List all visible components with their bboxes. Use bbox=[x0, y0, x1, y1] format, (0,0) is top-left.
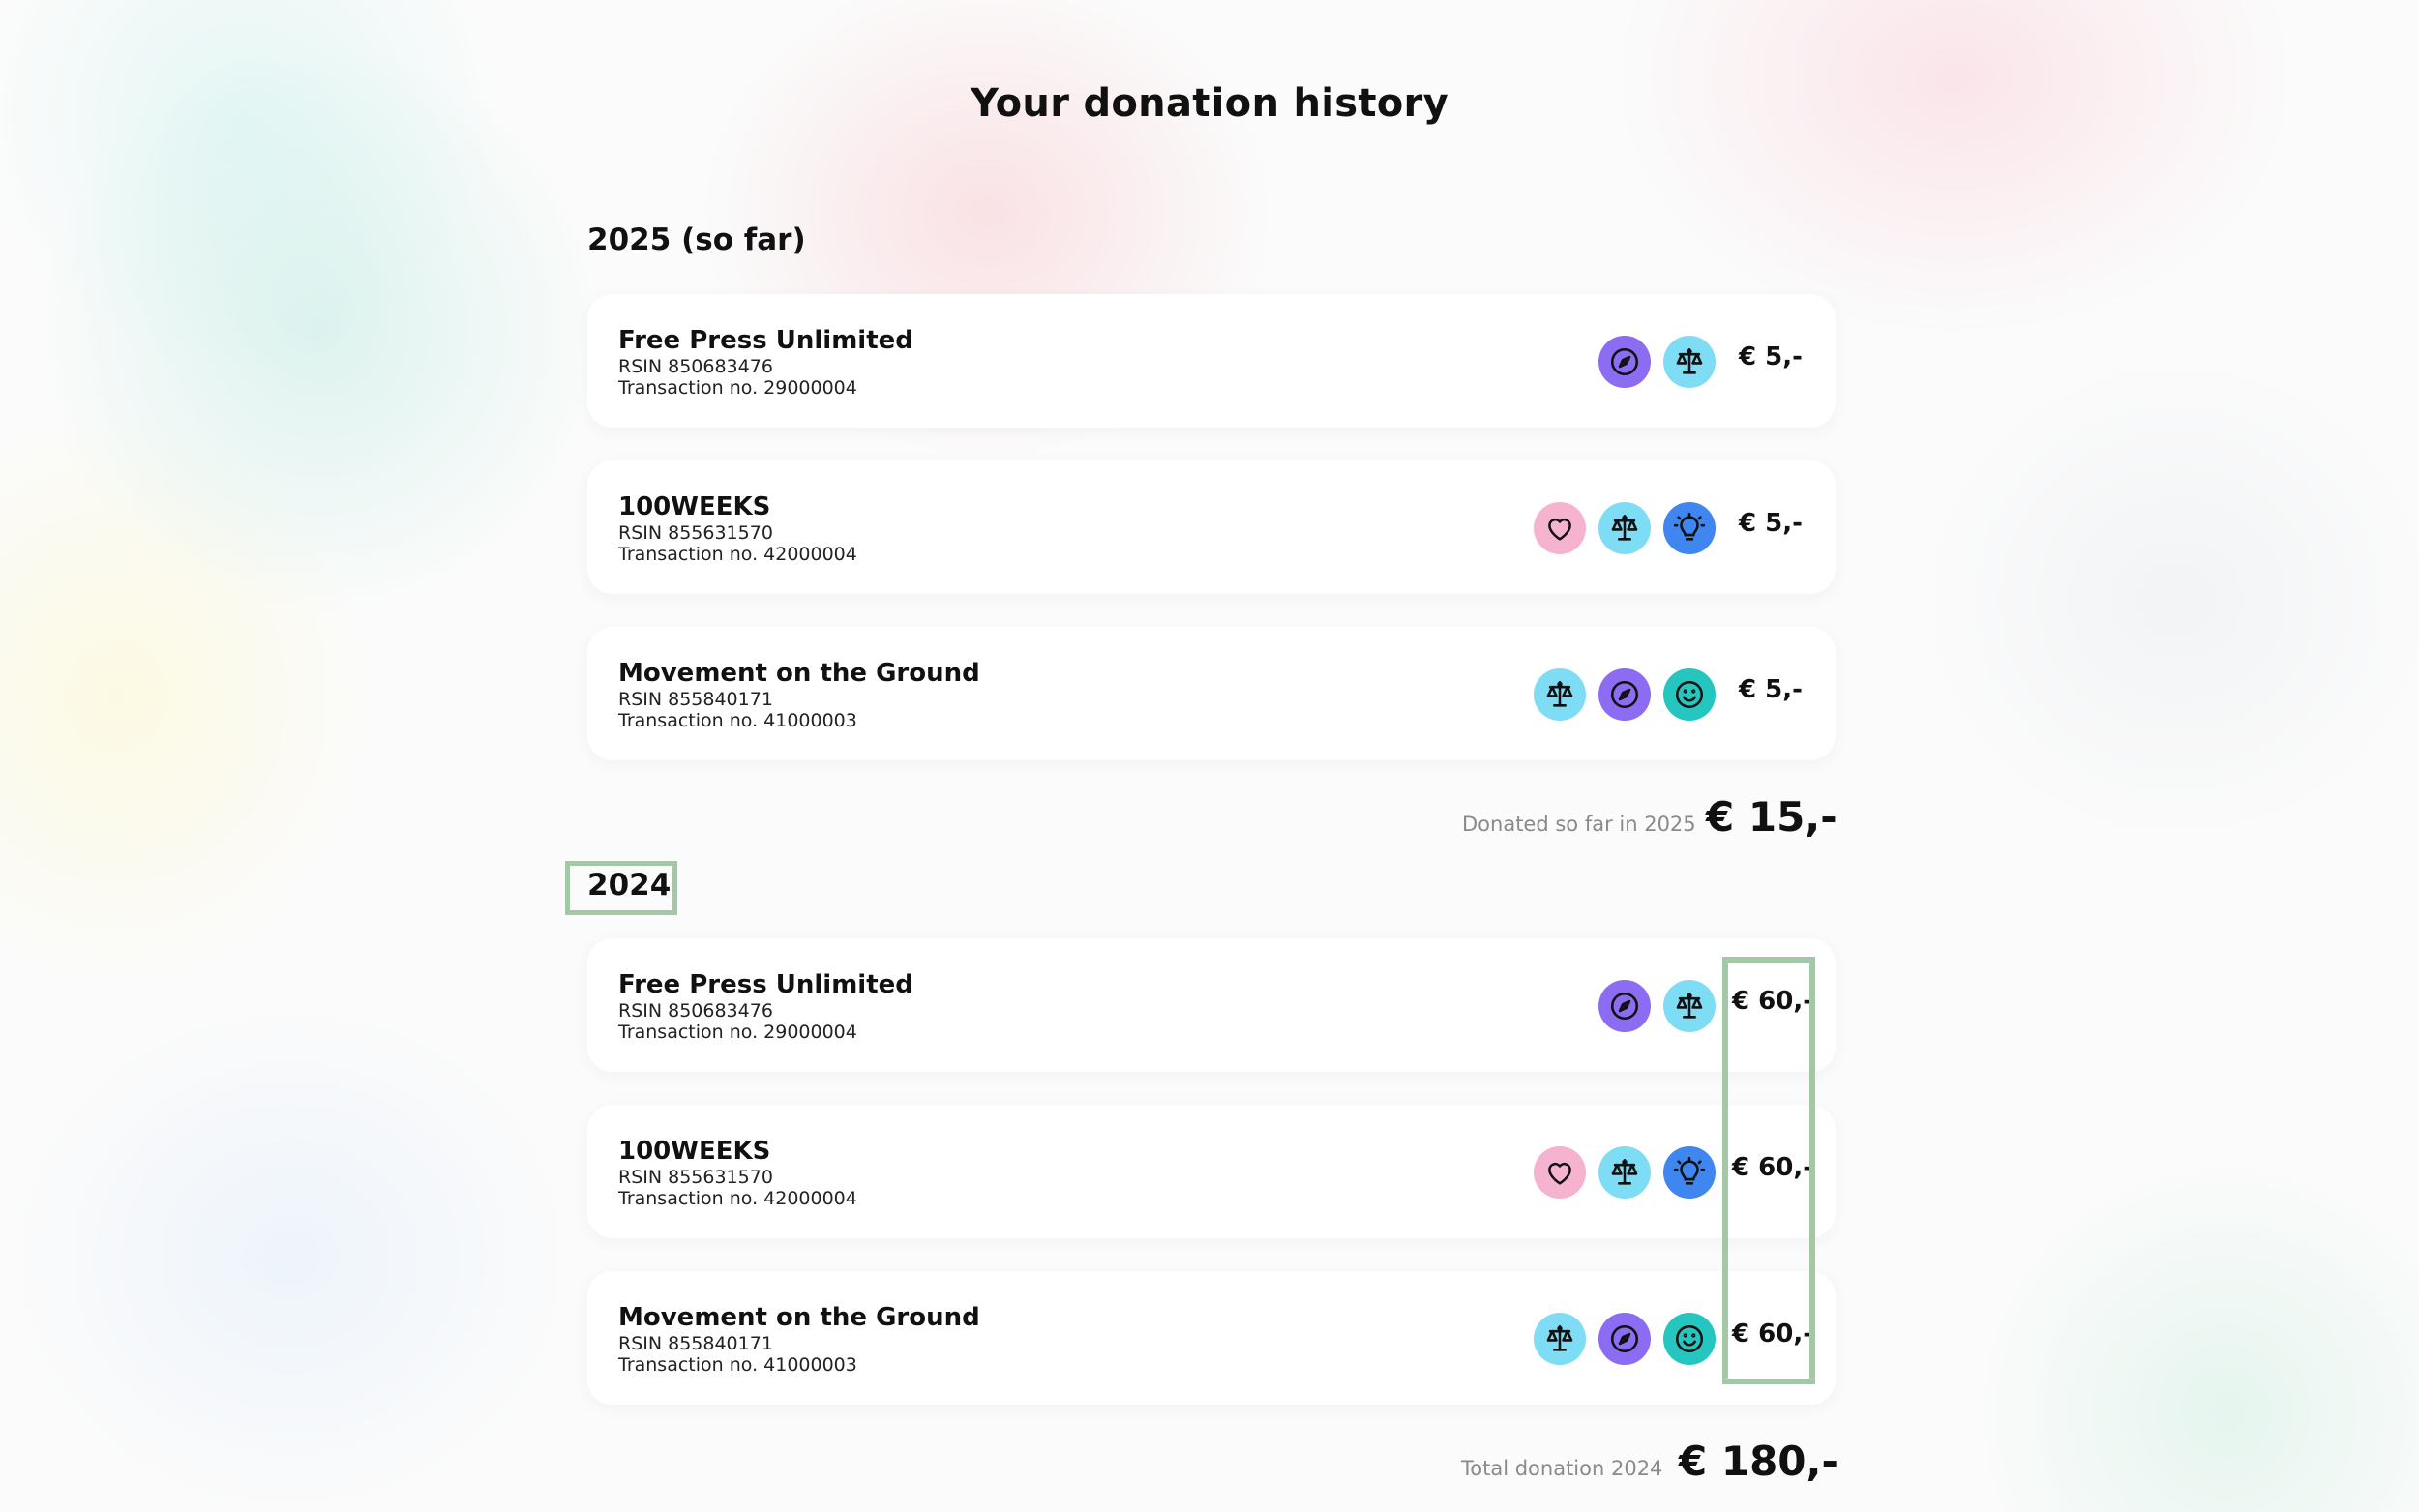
donation-info: Free Press Unlimited RSIN 850683476 Tran… bbox=[618, 325, 913, 399]
scales-icon bbox=[1534, 668, 1586, 721]
cause-icons bbox=[1598, 336, 1716, 388]
cause-icons bbox=[1534, 1146, 1716, 1199]
rsin-number: RSIN 850683476 bbox=[618, 356, 773, 377]
charity-name: Movement on the Ground bbox=[618, 1303, 980, 1332]
heart-icon bbox=[1534, 1146, 1586, 1199]
charity-name: Movement on the Ground bbox=[618, 659, 980, 688]
cause-icons bbox=[1534, 668, 1716, 721]
donation-info: Movement on the Ground RSIN 855840171 Tr… bbox=[618, 658, 980, 731]
transaction-number: Transaction no. 41000003 bbox=[618, 710, 857, 731]
donation-info: 100WEEKS RSIN 855631570 Transaction no. … bbox=[618, 1136, 857, 1209]
transaction-number: Transaction no. 29000004 bbox=[618, 377, 857, 399]
donation-info: 100WEEKS RSIN 855631570 Transaction no. … bbox=[618, 491, 857, 565]
compass-icon bbox=[1598, 1313, 1651, 1365]
rsin-number: RSIN 855840171 bbox=[618, 1333, 773, 1354]
scales-icon bbox=[1534, 1313, 1586, 1365]
scales-icon bbox=[1663, 980, 1716, 1032]
rsin-number: RSIN 855631570 bbox=[618, 1167, 773, 1188]
donation-amount: € 5,- bbox=[1739, 509, 1803, 538]
charity-name: Free Press Unlimited bbox=[618, 970, 913, 999]
donation-info: Free Press Unlimited RSIN 850683476 Tran… bbox=[618, 969, 913, 1043]
donation-amount: € 5,- bbox=[1739, 342, 1803, 371]
rsin-number: RSIN 850683476 bbox=[618, 1000, 773, 1022]
transaction-number: Transaction no. 42000004 bbox=[618, 544, 857, 565]
cause-icons bbox=[1534, 1313, 1716, 1365]
rsin-number: RSIN 855840171 bbox=[618, 689, 773, 710]
donation-history-page: Your donation history 2025 (so far) Free… bbox=[0, 0, 2419, 1512]
highlight-box-year bbox=[565, 861, 677, 915]
donation-card[interactable]: Free Press Unlimited RSIN 850683476 Tran… bbox=[587, 938, 1836, 1072]
scales-icon bbox=[1598, 502, 1651, 554]
charity-name: Free Press Unlimited bbox=[618, 326, 913, 355]
compass-icon bbox=[1598, 336, 1651, 388]
rsin-number: RSIN 855631570 bbox=[618, 522, 773, 544]
donation-card[interactable]: 100WEEKS RSIN 855631570 Transaction no. … bbox=[587, 1105, 1836, 1238]
cause-icons bbox=[1534, 502, 1716, 554]
section-heading-2025: 2025 (so far) bbox=[587, 222, 806, 257]
year-total-value: € 15,- bbox=[1706, 793, 1837, 841]
lightbulb-icon bbox=[1663, 1146, 1716, 1199]
cause-icons bbox=[1598, 980, 1716, 1032]
page-title: Your donation history bbox=[971, 81, 1448, 126]
smiley-icon bbox=[1663, 1313, 1716, 1365]
donation-card[interactable]: Free Press Unlimited RSIN 850683476 Tran… bbox=[587, 294, 1836, 428]
year-total-label: Donated so far in 2025 bbox=[1462, 813, 1696, 836]
charity-name: 100WEEKS bbox=[618, 1137, 771, 1166]
transaction-number: Transaction no. 41000003 bbox=[618, 1354, 857, 1376]
year-total-label: Total donation 2024 bbox=[1461, 1457, 1663, 1480]
scales-icon bbox=[1663, 336, 1716, 388]
scales-icon bbox=[1598, 1146, 1651, 1199]
highlight-box-amounts bbox=[1722, 957, 1815, 1384]
charity-name: 100WEEKS bbox=[618, 492, 771, 521]
compass-icon bbox=[1598, 668, 1651, 721]
transaction-number: Transaction no. 42000004 bbox=[618, 1188, 857, 1209]
smiley-icon bbox=[1663, 668, 1716, 721]
donation-card[interactable]: 100WEEKS RSIN 855631570 Transaction no. … bbox=[587, 460, 1836, 594]
donation-amount: € 5,- bbox=[1739, 675, 1803, 704]
transaction-number: Transaction no. 29000004 bbox=[618, 1022, 857, 1043]
lightbulb-icon bbox=[1663, 502, 1716, 554]
donation-info: Movement on the Ground RSIN 855840171 Tr… bbox=[618, 1302, 980, 1376]
compass-icon bbox=[1598, 980, 1651, 1032]
year-total-value: € 180,- bbox=[1679, 1438, 1838, 1485]
donation-card[interactable]: Movement on the Ground RSIN 855840171 Tr… bbox=[587, 1271, 1836, 1405]
donation-card[interactable]: Movement on the Ground RSIN 855840171 Tr… bbox=[587, 627, 1836, 760]
heart-icon bbox=[1534, 502, 1586, 554]
